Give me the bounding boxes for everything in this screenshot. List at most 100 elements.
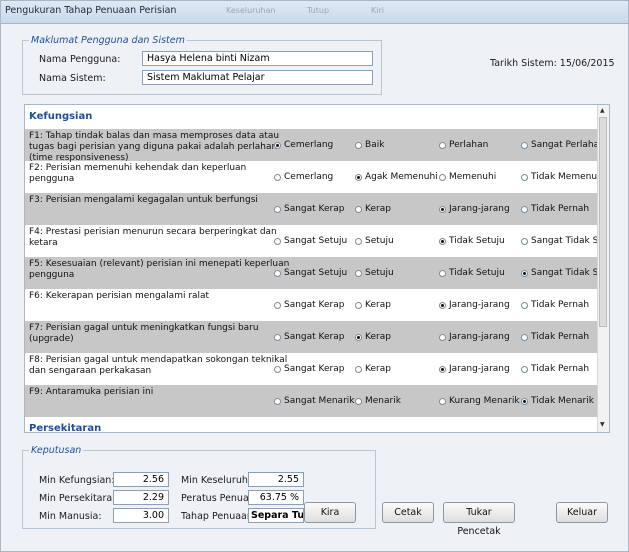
radio-button-icon[interactable] bbox=[355, 365, 362, 373]
radio-button-icon[interactable] bbox=[439, 333, 446, 341]
radio-option[interactable]: Tidak Pernah bbox=[521, 204, 589, 214]
radio-button-icon[interactable] bbox=[274, 397, 281, 405]
radio-button-icon[interactable] bbox=[521, 333, 528, 341]
radio-option-label: Perlahan bbox=[449, 140, 489, 150]
radio-option[interactable]: Kerap bbox=[355, 300, 391, 310]
radio-button-icon[interactable] bbox=[521, 365, 528, 373]
radio-option-label: Tidak Pernah bbox=[531, 332, 590, 342]
radio-option[interactable]: Tidak Setuju bbox=[439, 268, 505, 278]
radio-option[interactable]: Cemerlang bbox=[274, 140, 333, 150]
radio-option[interactable]: Cemerlang bbox=[274, 172, 333, 182]
radio-button-icon[interactable] bbox=[274, 205, 281, 213]
radio-button-icon[interactable] bbox=[439, 365, 446, 373]
radio-button-icon[interactable] bbox=[439, 397, 446, 405]
scroll-thumb[interactable] bbox=[599, 117, 607, 327]
radio-option[interactable]: Jarang-jarang bbox=[439, 204, 510, 214]
radio-option[interactable]: Sangat Menarik bbox=[274, 396, 354, 406]
calculate-button[interactable]: Kira bbox=[304, 502, 356, 523]
radio-option[interactable]: Tidak Pernah bbox=[521, 300, 589, 310]
radio-option-label: Kerap bbox=[365, 332, 391, 342]
aging-percent-field[interactable]: 63.75 % bbox=[248, 490, 304, 505]
radio-option[interactable]: Sangat Kerap bbox=[274, 204, 344, 214]
radio-option[interactable]: Jarang-jarang bbox=[439, 364, 510, 374]
radio-button-icon[interactable] bbox=[355, 205, 362, 213]
radio-button-icon[interactable] bbox=[521, 141, 528, 149]
radio-option[interactable]: Setuju bbox=[355, 268, 394, 278]
window-title: Pengukuran Tahap Penuaan Perisian bbox=[5, 5, 177, 16]
radio-option[interactable]: Sangat Tidak Setuju bbox=[521, 236, 597, 246]
radio-button-icon[interactable] bbox=[521, 173, 528, 181]
min-human-field[interactable]: 3.00 bbox=[113, 508, 169, 523]
radio-button-icon[interactable] bbox=[274, 333, 281, 341]
radio-button-icon[interactable] bbox=[439, 269, 446, 277]
radio-button-icon[interactable] bbox=[521, 269, 528, 277]
radio-option[interactable]: Sangat Kerap bbox=[274, 364, 344, 374]
radio-button-icon[interactable] bbox=[355, 237, 362, 245]
change-printer-button[interactable]: Tukar Pencetak bbox=[443, 502, 515, 537]
radio-option[interactable]: Setuju bbox=[355, 236, 394, 246]
radio-option[interactable]: Kurang Menarik bbox=[439, 396, 520, 406]
question-row: F2: Perisian memenuhi kehendak dan keper… bbox=[25, 161, 597, 193]
radio-option[interactable]: Kerap bbox=[355, 332, 391, 342]
radio-button-icon[interactable] bbox=[355, 301, 362, 309]
radio-option[interactable]: Tidak Pernah bbox=[521, 364, 589, 374]
radio-option[interactable]: Memenuhi bbox=[439, 172, 496, 182]
question-row: F7: Perisian gagal untuk meningkatkan fu… bbox=[25, 321, 597, 353]
min-environment-field[interactable]: 2.29 bbox=[113, 490, 169, 505]
radio-option[interactable]: Menarik bbox=[355, 396, 401, 406]
radio-option[interactable]: Sangat Tidak Setuju bbox=[521, 268, 597, 278]
radio-option[interactable]: Tidak Menarik bbox=[521, 396, 594, 406]
radio-button-icon[interactable] bbox=[274, 301, 281, 309]
radio-option[interactable]: Jarang-jarang bbox=[439, 332, 510, 342]
radio-option[interactable]: Sangat Kerap bbox=[274, 332, 344, 342]
radio-option[interactable]: Kerap bbox=[355, 364, 391, 374]
radio-button-icon[interactable] bbox=[355, 141, 362, 149]
exit-button[interactable]: Keluar bbox=[556, 502, 608, 523]
aging-level-field[interactable]: Separa Tua bbox=[248, 508, 304, 523]
radio-button-icon[interactable] bbox=[355, 333, 362, 341]
radio-button-icon[interactable] bbox=[439, 141, 446, 149]
radio-option[interactable]: Tidak Pernah bbox=[521, 332, 589, 342]
radio-option[interactable]: Sangat Kerap bbox=[274, 300, 344, 310]
radio-button-icon[interactable] bbox=[355, 269, 362, 277]
radio-button-icon[interactable] bbox=[521, 397, 528, 405]
radio-option[interactable]: Sangat Setuju bbox=[274, 268, 347, 278]
radio-button-icon[interactable] bbox=[274, 365, 281, 373]
ghost-tab: Kiri bbox=[371, 6, 384, 15]
vertical-scrollbar[interactable]: ▲ ▼ bbox=[597, 105, 609, 432]
radio-button-icon[interactable] bbox=[274, 173, 281, 181]
radio-option[interactable]: Sangat Setuju bbox=[274, 236, 347, 246]
radio-option[interactable]: Agak Memenuhi bbox=[355, 172, 438, 182]
radio-button-icon[interactable] bbox=[439, 301, 446, 309]
radio-button-icon[interactable] bbox=[274, 237, 281, 245]
min-overall-field[interactable]: 2.55 bbox=[248, 472, 304, 487]
system-name-field[interactable]: Sistem Maklumat Pelajar bbox=[142, 70, 373, 85]
scroll-down-icon[interactable]: ▼ bbox=[600, 421, 605, 428]
radio-button-icon[interactable] bbox=[355, 397, 362, 405]
scroll-up-icon[interactable]: ▲ bbox=[600, 107, 605, 114]
radio-option-label: Kerap bbox=[365, 364, 391, 374]
radio-button-icon[interactable] bbox=[439, 237, 446, 245]
question-row: F6: Kekerapan perisian mengalami ralat Sa… bbox=[25, 289, 597, 321]
print-button[interactable]: Cetak bbox=[382, 502, 434, 523]
radio-option[interactable]: Jarang-jarang bbox=[439, 300, 510, 310]
radio-button-icon[interactable] bbox=[274, 269, 281, 277]
radio-option[interactable]: Kerap bbox=[355, 204, 391, 214]
user-name-field[interactable]: Hasya Helena binti Nizam bbox=[142, 51, 373, 66]
radio-button-icon[interactable] bbox=[521, 237, 528, 245]
radio-option[interactable]: Baik bbox=[355, 140, 384, 150]
radio-option[interactable]: Tidak Memenuhi bbox=[521, 172, 597, 182]
radio-option[interactable]: Perlahan bbox=[439, 140, 488, 150]
radio-button-icon[interactable] bbox=[355, 173, 362, 181]
radio-button-icon[interactable] bbox=[439, 205, 446, 213]
radio-button-icon[interactable] bbox=[439, 173, 446, 181]
radio-option[interactable]: Sangat Perlahan bbox=[521, 140, 597, 150]
radio-option-label: Tidak Pernah bbox=[531, 300, 590, 310]
radio-button-icon[interactable] bbox=[274, 141, 281, 149]
radio-button-icon[interactable] bbox=[521, 301, 528, 309]
system-name-label: Nama Sistem: bbox=[39, 73, 106, 84]
radio-option[interactable]: Tidak Setuju bbox=[439, 236, 505, 246]
min-functionality-field[interactable]: 2.56 bbox=[113, 472, 169, 487]
question-text: F2: Perisian memenuhi kehendak dan keper… bbox=[29, 163, 247, 184]
radio-button-icon[interactable] bbox=[521, 205, 528, 213]
